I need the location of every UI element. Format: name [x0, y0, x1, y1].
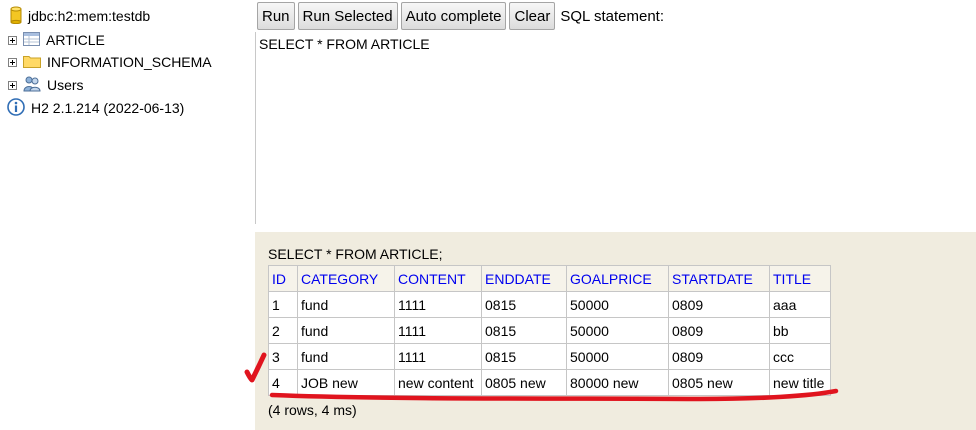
- table-cell: 1: [268, 291, 298, 318]
- table-cell: 0815: [481, 317, 567, 344]
- executed-statement: SELECT * FROM ARTICLE;: [268, 246, 443, 262]
- table-cell: 0805 new: [668, 369, 770, 396]
- table-row: 1 fund 1111 0815 50000 0809 aaa: [268, 291, 831, 318]
- result-summary: (4 rows, 4 ms): [268, 402, 357, 418]
- table-cell: 0805 new: [481, 369, 567, 396]
- tree-node-label: INFORMATION_SCHEMA: [47, 54, 212, 70]
- table-cell: JOB new: [297, 369, 395, 396]
- table-cell: 50000: [566, 291, 669, 318]
- table-cell: bb: [769, 317, 831, 344]
- result-panel: SELECT * FROM ARTICLE; ID CATEGORY CONTE…: [255, 232, 976, 430]
- tree-node-users[interactable]: Users: [0, 74, 84, 96]
- tree-node-article[interactable]: ARTICLE: [0, 29, 105, 51]
- run-selected-button[interactable]: Run Selected: [297, 2, 398, 30]
- database-icon: [10, 6, 22, 27]
- tree-connection[interactable]: jdbc:h2:mem:testdb: [0, 5, 150, 27]
- sql-statement-label: SQL statement:: [560, 7, 665, 25]
- table-cell: 2: [268, 317, 298, 344]
- users-icon: [23, 76, 41, 95]
- table-cell: aaa: [769, 291, 831, 318]
- sql-editor-text: SELECT * FROM ARTICLE: [259, 36, 430, 52]
- table-cell: fund: [297, 343, 395, 370]
- table-cell: 0809: [668, 343, 770, 370]
- auto-complete-button[interactable]: Auto complete: [400, 2, 507, 30]
- table-cell: 0815: [481, 343, 567, 370]
- toolbar: Run Run Selected Auto complete Clear SQL…: [255, 0, 976, 32]
- table-cell: new content: [394, 369, 482, 396]
- column-header-startdate[interactable]: STARTDATE: [668, 265, 770, 292]
- table-cell: 0809: [668, 317, 770, 344]
- expand-icon[interactable]: [8, 80, 17, 90]
- table-cell: 50000: [566, 317, 669, 344]
- table-cell: 1111: [394, 291, 482, 318]
- clear-button[interactable]: Clear: [509, 2, 556, 30]
- sql-editor[interactable]: SELECT * FROM ARTICLE: [255, 32, 976, 224]
- table-cell: 50000: [566, 343, 669, 370]
- column-header-id[interactable]: ID: [268, 265, 298, 292]
- tree-version: H2 2.1.214 (2022-06-13): [0, 97, 184, 119]
- run-button[interactable]: Run: [257, 2, 295, 30]
- table-cell: fund: [297, 317, 395, 344]
- table-cell: ccc: [769, 343, 831, 370]
- tree-node-information-schema[interactable]: INFORMATION_SCHEMA: [0, 51, 212, 73]
- table-cell: 80000 new: [566, 369, 669, 396]
- table-cell: 0815: [481, 291, 567, 318]
- table-cell: fund: [297, 291, 395, 318]
- table-cell: new title: [769, 369, 831, 396]
- version-label: H2 2.1.214 (2022-06-13): [31, 100, 185, 116]
- connection-label: jdbc:h2:mem:testdb: [28, 8, 151, 24]
- table-header-row: ID CATEGORY CONTENT ENDDATE GOALPRICE ST…: [268, 265, 831, 292]
- tree-node-label: ARTICLE: [46, 32, 105, 48]
- table-cell: 1111: [394, 317, 482, 344]
- result-table: ID CATEGORY CONTENT ENDDATE GOALPRICE ST…: [268, 265, 831, 396]
- table-cell: 3: [268, 343, 298, 370]
- column-header-enddate[interactable]: ENDDATE: [481, 265, 567, 292]
- table-row: 4 JOB new new content 0805 new 80000 new…: [268, 369, 831, 396]
- info-icon: [7, 97, 25, 119]
- folder-icon: [23, 54, 41, 71]
- table-row: 3 fund 1111 0815 50000 0809 ccc: [268, 343, 831, 370]
- table-cell: 1111: [394, 343, 482, 370]
- column-header-category[interactable]: CATEGORY: [297, 265, 395, 292]
- column-header-goalprice[interactable]: GOALPRICE: [566, 265, 669, 292]
- table-row: 2 fund 1111 0815 50000 0809 bb: [268, 317, 831, 344]
- column-header-title[interactable]: TITLE: [769, 265, 831, 292]
- table-cell: 4: [268, 369, 298, 396]
- table-icon: [23, 31, 40, 49]
- expand-icon[interactable]: [8, 57, 17, 67]
- column-header-content[interactable]: CONTENT: [394, 265, 482, 292]
- expand-icon[interactable]: [8, 35, 17, 45]
- object-tree: jdbc:h2:mem:testdb ARTICLE INFORMATION_S…: [0, 0, 254, 430]
- table-cell: 0809: [668, 291, 770, 318]
- tree-node-label: Users: [47, 77, 84, 93]
